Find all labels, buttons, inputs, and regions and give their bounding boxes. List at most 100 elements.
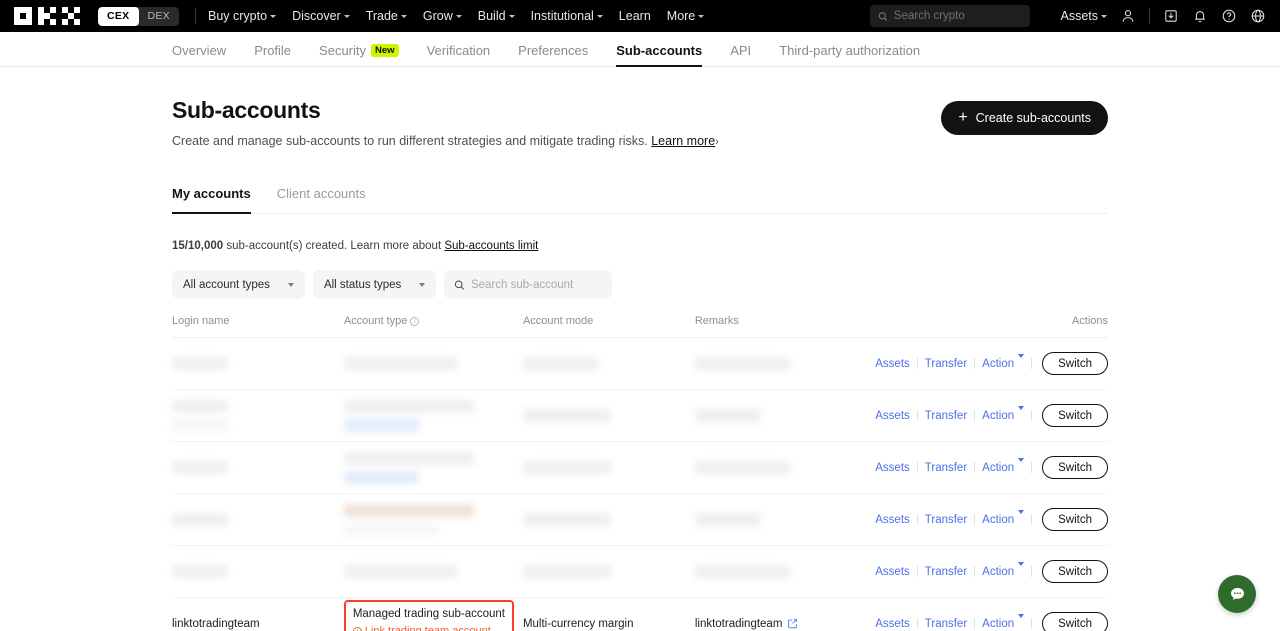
global-search-input[interactable] [893,10,1022,22]
help-icon[interactable] [1221,8,1237,24]
topbar-divider-2 [1149,8,1150,24]
action-dropdown[interactable]: Action [975,457,1031,474]
transfer-link[interactable]: Transfer [918,566,974,578]
learn-more-link[interactable]: Learn more [651,134,715,148]
switch-button[interactable]: Switch [1042,612,1108,631]
download-icon[interactable] [1163,8,1179,24]
bell-icon[interactable] [1192,8,1208,24]
cell-account-type: Managed trading sub-account i Link tradi… [343,598,523,631]
col-label: Account mode [522,315,594,327]
tab-profile[interactable]: Profile [254,43,291,66]
chevron-down-icon [1018,561,1025,578]
managed-trading-highlight: Managed trading sub-account i Link tradi… [343,600,514,631]
table-row[interactable]: Assets Transfer Action Switch [172,442,1108,494]
transfer-link[interactable]: Transfer [918,618,974,630]
transfer-link[interactable]: Transfer [918,358,974,370]
toggle-dex[interactable]: DEX [139,7,180,26]
account-type-filter[interactable]: All account types [172,270,305,299]
cell-login-name [172,338,344,390]
subtab-my-accounts[interactable]: My accounts [172,186,251,214]
globe-icon[interactable] [1250,8,1266,24]
sub-accounts-limit-link[interactable]: Sub-accounts limit [444,240,538,252]
row-actions: Assets Transfer Action Switch [868,404,1108,427]
tab-security[interactable]: Security New [319,43,399,66]
chevron-down-icon [1018,405,1025,422]
action-dropdown[interactable]: Action [975,561,1031,578]
tab-sub-accounts[interactable]: Sub-accounts [616,43,702,67]
action-dropdown[interactable]: Action [975,509,1031,526]
nav-trade[interactable]: Trade [366,9,407,23]
link-trading-team-account-link[interactable]: i Link trading team account [352,624,505,631]
redacted-value [522,357,598,370]
redacted-value [694,513,761,526]
action-dropdown[interactable]: Action [975,353,1031,370]
table-row[interactable]: Assets Transfer Action Switch [172,390,1108,442]
nav-grow[interactable]: Grow [423,9,462,23]
edit-remark-icon[interactable] [787,618,798,629]
cell-account-mode [522,546,695,598]
login-name-value: linktotradingteam [172,617,260,630]
cell-account-type [343,546,523,598]
cell-remarks: linktotradingteam [695,598,868,631]
table-row[interactable]: Assets Transfer Action Switch [172,494,1108,546]
assets-link[interactable]: Assets [868,618,917,630]
account-tab-nav: Overview Profile Security New Verificati… [0,32,1280,67]
nav-institutional[interactable]: Institutional [531,9,603,23]
sub-account-search-input[interactable] [470,278,603,291]
tab-label: Profile [254,43,292,58]
tab-overview[interactable]: Overview [172,43,226,66]
tab-label: Security [319,43,367,58]
table-row[interactable]: Assets Transfer Action Switch [172,338,1108,390]
transfer-link[interactable]: Transfer [918,462,974,474]
switch-button[interactable]: Switch [1042,508,1108,531]
tab-verification[interactable]: Verification [427,43,491,66]
chevron-down-icon [419,282,426,287]
assets-link[interactable]: Assets [868,566,917,578]
chat-support-button[interactable] [1218,575,1256,613]
cell-login-name [172,494,344,546]
table-row[interactable]: Assets Transfer Action Switch [172,546,1108,598]
cex-dex-toggle[interactable]: CEX DEX [98,6,180,26]
tab-preferences[interactable]: Preferences [518,43,588,66]
switch-button[interactable]: Switch [1042,456,1108,479]
switch-button[interactable]: Switch [1042,404,1108,427]
tab-api[interactable]: API [730,43,751,66]
action-dropdown[interactable]: Action [975,613,1031,630]
cell-actions: Assets Transfer Action Switch [868,338,1108,390]
table-row[interactable]: linktotradingteam Managed trading sub-ac… [172,598,1108,631]
nav-buy-crypto[interactable]: Buy crypto [208,9,277,23]
tab-label: Overview [172,43,227,58]
assets-link[interactable]: Assets [868,410,917,422]
col-actions: Actions [868,315,1108,338]
cell-account-mode [522,494,695,546]
nav-more[interactable]: More [667,9,705,23]
nav-label: Institutional [530,9,594,23]
switch-button[interactable]: Switch [1042,352,1108,375]
status-type-filter[interactable]: All status types [312,270,437,299]
user-icon[interactable] [1120,8,1136,24]
okx-logo[interactable] [14,7,80,25]
transfer-link[interactable]: Transfer [918,514,974,526]
assets-link[interactable]: Assets [868,514,917,526]
assets-link[interactable]: Assets [868,358,917,370]
redacted-value [343,451,474,465]
global-search[interactable] [870,5,1030,27]
toggle-cex[interactable]: CEX [98,6,139,26]
info-icon[interactable]: i [410,317,420,326]
nav-build[interactable]: Build [478,9,515,23]
create-button-label: Create sub-accounts [975,111,1091,125]
tab-third-party-authorization[interactable]: Third-party authorization [779,43,920,66]
cell-remarks [694,390,868,442]
action-dropdown[interactable]: Action [975,405,1031,422]
nav-learn[interactable]: Learn [619,9,651,23]
assets-menu[interactable]: Assets [1060,9,1107,23]
create-sub-accounts-button[interactable]: + Create sub-accounts [941,101,1108,135]
transfer-link[interactable]: Transfer [918,410,974,422]
nav-discover[interactable]: Discover [292,9,350,23]
plus-icon: + [958,109,968,126]
subtab-client-accounts[interactable]: Client accounts [277,186,366,213]
switch-button[interactable]: Switch [1042,560,1108,583]
sub-account-search[interactable] [444,270,613,299]
sub-accounts-page: Sub-accounts Create and manage sub-accou… [0,67,1280,631]
assets-link[interactable]: Assets [868,462,917,474]
